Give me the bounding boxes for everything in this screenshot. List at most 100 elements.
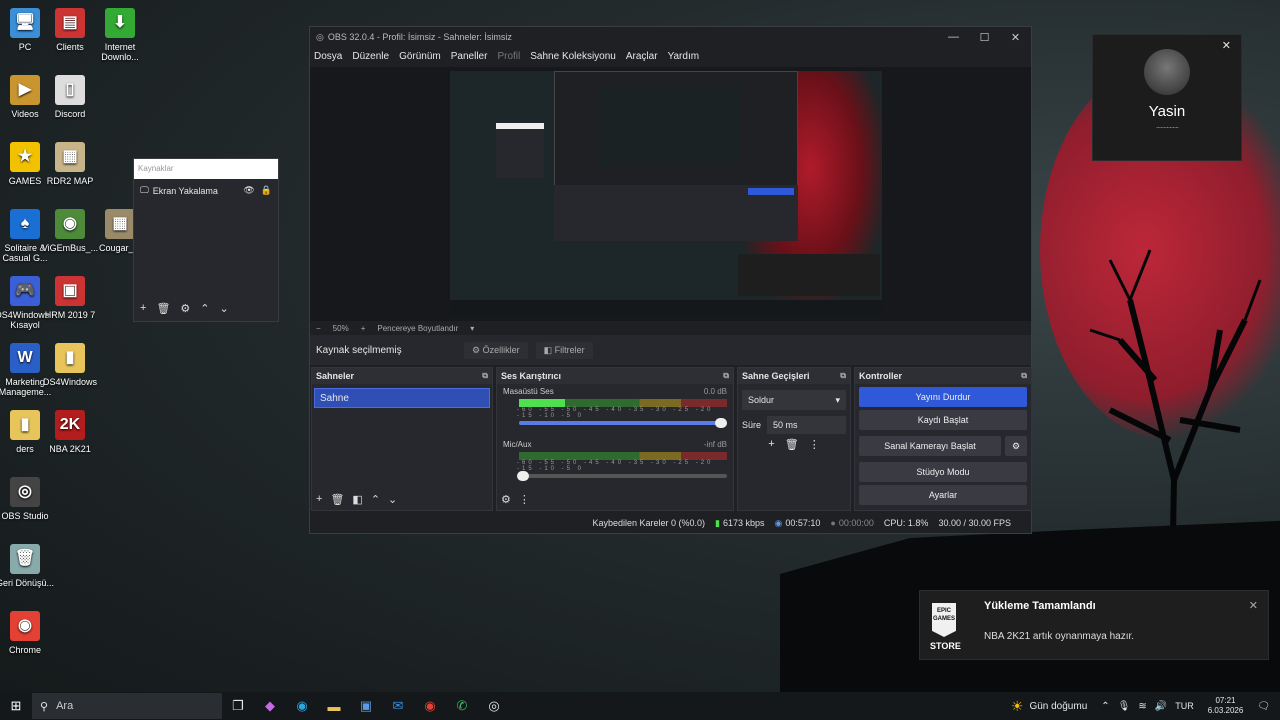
close-icon[interactable]: ✕: [1222, 39, 1231, 52]
filters-button[interactable]: ◧ Filtreler: [535, 341, 593, 359]
chevron-up-icon[interactable]: ⌃: [371, 493, 380, 506]
popout-icon[interactable]: ⧉: [1021, 371, 1027, 381]
desktop-icon[interactable]: 🗑 Geri Dönüşü...: [0, 544, 56, 588]
popout-icon[interactable]: ⧉: [840, 371, 846, 381]
desktop-icon[interactable]: 2K NBA 2K21: [39, 410, 101, 454]
menu-duzenle[interactable]: Düzenle: [352, 51, 389, 62]
wifi-icon[interactable]: ≋: [1138, 701, 1146, 712]
gear-icon[interactable]: ⚙: [1005, 436, 1027, 456]
epic-toast[interactable]: EPIC GAMES STORE Yükleme Tamamlandı NBA 2…: [919, 590, 1269, 660]
weather-icon[interactable]: ☀: [1011, 698, 1024, 715]
stream-icon: ◉: [774, 517, 783, 528]
chrome-icon[interactable]: ◉: [418, 696, 442, 716]
taskbar: ⊞ ⚲ Ara ❐ ◆ ◉ ▬ ▣ ✉ ◉ ✆ ◎ ☀ Gün doğumu ⌃…: [0, 692, 1280, 720]
volume-icon[interactable]: 🔊: [1155, 701, 1167, 712]
add-icon[interactable]: +: [316, 493, 322, 506]
start-recording-button[interactable]: Kaydı Başlat: [859, 410, 1027, 430]
windows-start-icon[interactable]: ⊞: [4, 696, 28, 716]
start-virtual-camera-button[interactable]: Sanal Kamerayı Başlat: [859, 436, 1001, 456]
no-source-selected-label: Kaynak seçilmemiş: [316, 344, 402, 356]
desktop-icon-label: Geri Dönüşü...: [0, 578, 55, 588]
chevron-down-icon[interactable]: ⌄: [388, 493, 397, 506]
desktop-icon[interactable]: ◎ OBS Studio: [0, 477, 56, 521]
source-item[interactable]: 🖵 Ekran Yakalama 👁 🔒: [134, 179, 278, 202]
more-icon[interactable]: ⋮: [809, 438, 820, 451]
notification-icon[interactable]: 🗨: [1257, 701, 1270, 712]
menu-dosya[interactable]: Dosya: [314, 51, 342, 62]
dropped-frames: Kaybedilen Kareler 0 (%0.0): [592, 518, 706, 528]
filter-icon[interactable]: ◧: [352, 493, 362, 506]
app-icon: W: [10, 343, 40, 373]
chevron-up-icon[interactable]: ⌃: [200, 302, 209, 315]
app-icon: ▦: [55, 142, 85, 172]
preview-canvas[interactable]: [310, 67, 1031, 321]
popout-icon[interactable]: ⧉: [482, 371, 488, 381]
chevron-down-icon[interactable]: ⌄: [220, 302, 229, 315]
clock[interactable]: 07:21 6.03.2026: [1208, 696, 1244, 716]
search-box[interactable]: ⚲ Ara: [32, 693, 222, 719]
trash-icon[interactable]: 🗑: [156, 302, 170, 315]
add-icon[interactable]: +: [140, 302, 146, 315]
duration-input[interactable]: 50 ms: [767, 416, 846, 434]
store-icon[interactable]: ▣: [354, 696, 378, 716]
edge-icon[interactable]: ◉: [290, 696, 314, 716]
gear-icon: ⚙: [472, 344, 483, 355]
menu-paneller[interactable]: Paneller: [451, 51, 488, 62]
studio-mode-button[interactable]: Stüdyo Modu: [859, 462, 1027, 482]
zoom-in-button[interactable]: +: [361, 324, 366, 333]
language-indicator[interactable]: TUR: [1175, 701, 1194, 711]
volume-slider[interactable]: [519, 418, 727, 428]
gear-icon[interactable]: ⚙: [501, 493, 511, 506]
trash-icon[interactable]: 🗑: [785, 438, 799, 451]
volume-slider[interactable]: [517, 471, 727, 481]
sources-title: Kaynaklar: [134, 159, 278, 179]
maximize-icon[interactable]: ☐: [969, 31, 1000, 44]
menu-profil[interactable]: Profil: [497, 51, 520, 62]
whatsapp-icon[interactable]: ✆: [450, 696, 474, 716]
mixer-channel: Masaüstü Ses 0.0 dB -60 -55 -50 -45 -40 -…: [497, 384, 733, 428]
channel-db: -inf dB: [703, 440, 727, 449]
settings-button[interactable]: Ayarlar: [859, 485, 1027, 505]
copilot-icon[interactable]: ◆: [258, 696, 282, 716]
sources-panel: Kaynaklar 🖵 Ekran Yakalama 👁 🔒 + 🗑 ⚙ ⌃ ⌄: [133, 158, 279, 322]
close-icon[interactable]: ✕: [1249, 599, 1258, 612]
stop-stream-button[interactable]: Yayını Durdur: [859, 387, 1027, 407]
menu-yardim[interactable]: Yardım: [668, 51, 700, 62]
close-icon[interactable]: ✕: [1000, 31, 1031, 44]
obs-icon[interactable]: ◎: [482, 696, 506, 716]
popout-icon[interactable]: ⧉: [723, 371, 729, 381]
mic-icon[interactable]: 🎙: [1118, 701, 1131, 712]
desktop-icon[interactable]: ▣ HRM 2019 7: [39, 276, 101, 320]
menu-araclar[interactable]: Araçlar: [626, 51, 658, 62]
properties-button[interactable]: ⚙ Özellikler: [464, 341, 528, 359]
transition-select[interactable]: Soldur ▾: [742, 390, 846, 410]
chevron-up-icon[interactable]: ⌃: [1101, 701, 1109, 712]
eye-icon[interactable]: 👁: [243, 185, 254, 196]
chevron-down-icon[interactable]: ▾: [470, 324, 474, 333]
mail-icon[interactable]: ✉: [386, 696, 410, 716]
scene-item[interactable]: Sahne: [314, 388, 490, 408]
gear-icon[interactable]: ⚙: [180, 302, 190, 315]
caller-name: Yasin: [1148, 103, 1186, 120]
desktop-icon[interactable]: ◉ Chrome: [0, 611, 56, 655]
desktop-icon-label: OBS Studio: [1, 511, 49, 521]
minimize-icon[interactable]: —: [938, 31, 969, 44]
desktop-icon[interactable]: ▦ RDR2 MAP: [39, 142, 101, 186]
fps: 30.00 / 30.00 FPS: [938, 518, 1011, 528]
menu-gorunum[interactable]: Görünüm: [399, 51, 441, 62]
zoom-out-button[interactable]: −: [316, 324, 321, 333]
fit-to-window-button[interactable]: Pencereye Boyutlandır: [377, 324, 458, 333]
desktop-icon[interactable]: ▯ Discord: [39, 75, 101, 119]
desktop-icon[interactable]: ▮ DS4Windows: [39, 343, 101, 387]
app-icon: ▤: [55, 8, 85, 38]
more-icon[interactable]: ⋮: [519, 493, 530, 506]
task-view-icon[interactable]: ❐: [226, 696, 250, 716]
menu-sahne-koleksiyonu[interactable]: Sahne Koleksiyonu: [530, 51, 616, 62]
app-icon: ⬇: [105, 8, 135, 38]
trash-icon[interactable]: 🗑: [330, 493, 344, 506]
lock-icon[interactable]: 🔒: [261, 185, 272, 196]
file-explorer-icon[interactable]: ▬: [322, 696, 346, 716]
desktop-icon[interactable]: ⬇ Internet Downlo...: [89, 8, 151, 62]
add-icon[interactable]: +: [768, 438, 774, 451]
weather-label[interactable]: Gün doğumu: [1029, 701, 1087, 712]
